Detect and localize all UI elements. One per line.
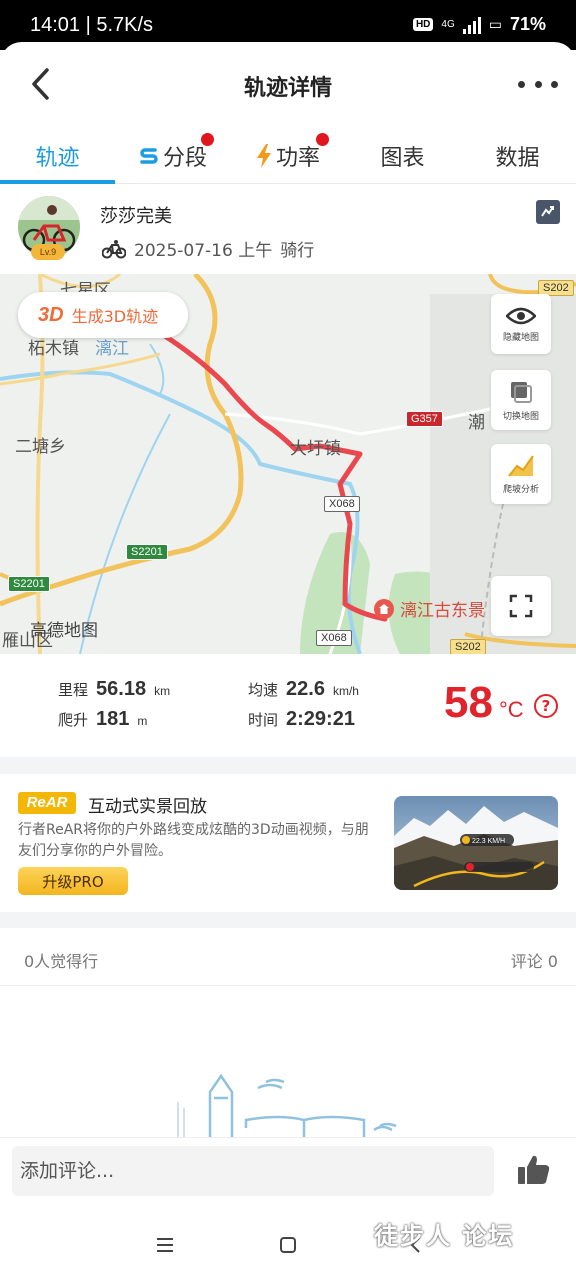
promo-title: 互动式实景回放 bbox=[88, 797, 207, 817]
map-attribution: 高德地图 bbox=[30, 621, 98, 641]
eye-icon bbox=[506, 307, 536, 324]
stat-avg-speed: 均速 22.6 km/h bbox=[248, 678, 359, 700]
svg-text:22.3 KM/H: 22.3 KM/H bbox=[472, 838, 505, 845]
more-button[interactable] bbox=[518, 70, 558, 98]
ride-stats: 里程 56.18 km 爬升 181 m 均速 22.6 km/h 时间 2:2… bbox=[0, 656, 576, 756]
notification-dot bbox=[201, 133, 214, 146]
segment-s-icon bbox=[140, 148, 158, 164]
active-tab-indicator bbox=[0, 180, 115, 184]
share-button[interactable] bbox=[536, 200, 560, 224]
social-row: 0人觉得行 评论 0 bbox=[0, 928, 576, 986]
likes-count[interactable]: 0人觉得行 bbox=[24, 948, 98, 972]
poi-marker[interactable]: 漓江古东景 bbox=[374, 596, 485, 621]
road-badge: S2201 bbox=[8, 576, 50, 592]
network-type: 4G bbox=[441, 19, 455, 30]
fullscreen-icon bbox=[509, 594, 533, 618]
tab-charts[interactable]: 图表 bbox=[345, 128, 460, 184]
temperature: 58 °C bbox=[444, 678, 524, 727]
user-info: Lv.9 莎莎完美 2025-07-16 上午 骑行 bbox=[0, 190, 576, 274]
rear-logo: ReAR bbox=[18, 792, 76, 814]
battery-level: 71% bbox=[509, 14, 546, 34]
menu-nav-button[interactable] bbox=[150, 1230, 180, 1260]
road-badge: G357 bbox=[406, 411, 443, 427]
menu-icon bbox=[157, 1238, 173, 1252]
road-badge: X068 bbox=[324, 496, 360, 512]
tab-label: 功率 bbox=[275, 146, 320, 171]
battery-icon: ▭ bbox=[488, 16, 502, 32]
road-badge: S2201 bbox=[126, 544, 168, 560]
tab-data[interactable]: 数据 bbox=[460, 128, 575, 184]
button-label: 生成3D轨迹 bbox=[71, 307, 159, 326]
signal-icon bbox=[462, 16, 481, 34]
empty-comments-illustration bbox=[177, 1073, 397, 1140]
ride-date: 2025-07-16 上午 bbox=[134, 241, 273, 261]
generate-3d-track-button[interactable]: 3D 生成3D轨迹 bbox=[18, 292, 188, 338]
help-icon[interactable]: ? bbox=[534, 694, 558, 718]
section-divider bbox=[0, 757, 576, 774]
road-badge: S202 bbox=[450, 639, 486, 654]
home-square-icon bbox=[280, 1237, 296, 1253]
upgrade-pro-button[interactable]: 升级PRO bbox=[18, 867, 128, 895]
rear-promo-card[interactable]: ReAR 互动式实景回放 行者ReAR将你的户外路线变成炫酷的3D动画视频，与朋… bbox=[0, 774, 576, 912]
section-divider bbox=[0, 912, 576, 928]
map-label: 潮 bbox=[468, 413, 485, 433]
bicycle-icon bbox=[102, 239, 126, 258]
hide-map-button[interactable]: 隐藏地图 bbox=[491, 294, 551, 354]
activity-type: 骑行 bbox=[280, 241, 315, 261]
lightning-icon bbox=[256, 144, 271, 168]
comment-input[interactable]: 添加评论... bbox=[12, 1146, 494, 1196]
scenic-spot-icon bbox=[374, 598, 394, 619]
switch-map-button[interactable]: 切换地图 bbox=[491, 370, 551, 430]
thumbs-up-icon bbox=[518, 1155, 550, 1184]
poi-label: 漓江古东景 bbox=[400, 601, 485, 621]
notification-dot bbox=[316, 133, 329, 146]
like-button[interactable] bbox=[516, 1152, 552, 1188]
stat-duration: 时间 2:29:21 bbox=[248, 708, 355, 730]
promo-description: 行者ReAR将你的户外路线变成炫酷的3D动画视频，与朋友们分享你的户外冒险。 bbox=[18, 822, 369, 859]
page-title: 轨迹详情 bbox=[243, 76, 332, 101]
status-time: 14:01 | 5.7K/s bbox=[30, 14, 154, 36]
comments-count[interactable]: 评论 0 bbox=[511, 948, 558, 972]
fullscreen-button[interactable] bbox=[491, 576, 551, 636]
stat-climb: 爬升 181 m bbox=[58, 708, 148, 730]
tab-label: 轨迹 bbox=[35, 146, 80, 171]
ride-meta: 2025-07-16 上午 骑行 bbox=[102, 236, 314, 261]
tab-label: 分段 bbox=[162, 146, 207, 171]
tab-label: 图表 bbox=[380, 146, 425, 171]
watermark: 徒步人 论坛 bbox=[374, 1222, 515, 1250]
route-map[interactable]: 七星区 柘木镇 漓江 二塘乡 大圩镇 潮 雁山区 S202 G357 X068 … bbox=[0, 274, 576, 654]
3d-icon: 3D bbox=[38, 303, 64, 326]
more-dots-icon bbox=[518, 80, 525, 88]
map-label: 二塘乡 bbox=[15, 437, 66, 457]
climb-analysis-button[interactable]: 爬坡分析 bbox=[491, 444, 551, 504]
home-nav-button[interactable] bbox=[273, 1230, 303, 1260]
level-badge: Lv.9 bbox=[31, 244, 65, 260]
map-label: 大圩镇 bbox=[290, 439, 341, 459]
stat-distance: 里程 56.18 km bbox=[58, 678, 171, 700]
share-route-icon bbox=[541, 206, 554, 217]
hd-badge: HD bbox=[412, 18, 434, 31]
layers-icon bbox=[511, 381, 532, 403]
promo-preview-image: 22.3 KM/H bbox=[394, 796, 558, 890]
tab-segments[interactable]: 分段 bbox=[115, 128, 230, 184]
header: 轨迹详情 bbox=[0, 50, 576, 118]
tab-power[interactable]: 功率 bbox=[230, 128, 345, 184]
tab-track[interactable]: 轨迹 bbox=[0, 128, 115, 184]
climb-chart-icon bbox=[508, 454, 534, 477]
username[interactable]: 莎莎完美 bbox=[100, 202, 172, 228]
system-nav-bar: 徒步人 论坛 bbox=[0, 1208, 576, 1280]
tab-label: 数据 bbox=[495, 146, 540, 171]
tab-bar: 轨迹 分段 功率 图表 数据 bbox=[0, 128, 576, 184]
road-badge: X068 bbox=[316, 630, 352, 646]
comment-bar: 添加评论... bbox=[0, 1137, 576, 1207]
